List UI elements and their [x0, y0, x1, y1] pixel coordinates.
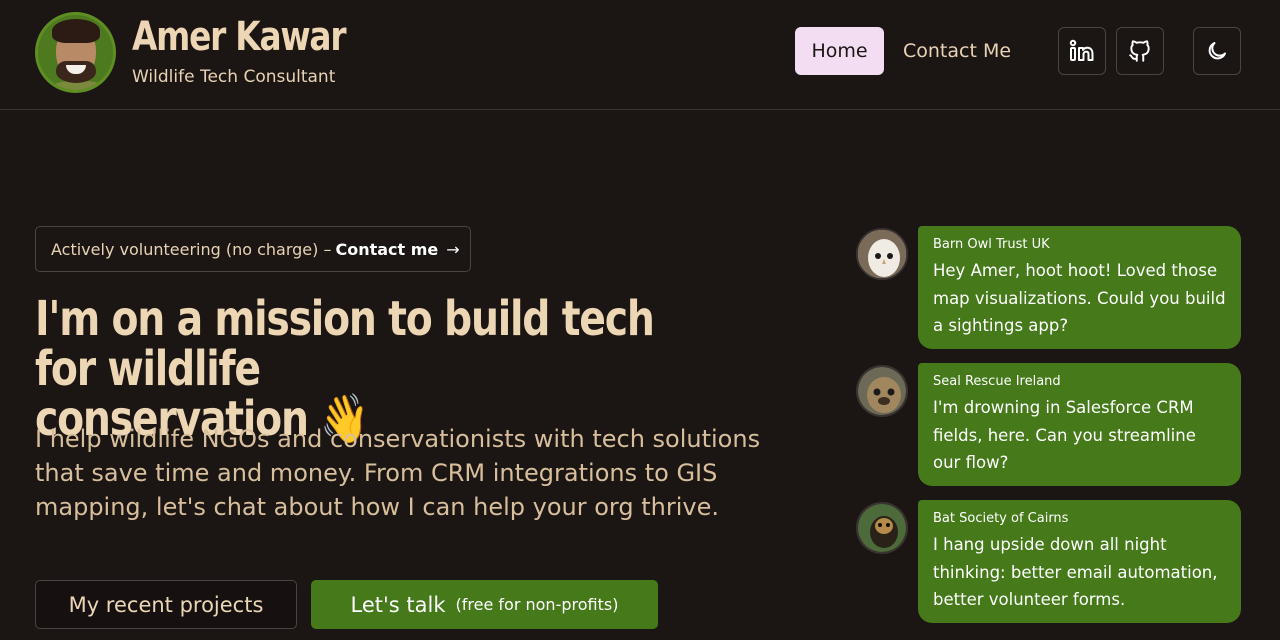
nav-contact-link[interactable]: Contact Me [903, 27, 1011, 75]
bat-avatar [856, 502, 908, 554]
profile-avatar[interactable] [35, 12, 116, 93]
theme-toggle-button[interactable] [1193, 27, 1241, 75]
chat-sender: Barn Owl Trust UK [933, 237, 1050, 252]
site-name[interactable]: Amer Kawar [132, 14, 346, 60]
seal-avatar [856, 365, 908, 417]
site-subtitle: Wildlife Tech Consultant [132, 67, 336, 87]
hero-lead: I help wildlife NGOs and conservationist… [35, 425, 761, 521]
chat-text: I'm drowning in Salesforce CRM fields, h… [933, 398, 1196, 472]
recent-projects-button[interactable]: My recent projects [35, 580, 297, 629]
badge-contact-link[interactable]: Contact me [335, 240, 438, 259]
chat-message: Bat Society of Cairns I hang upside down… [918, 500, 1241, 623]
chat-message: Barn Owl Trust UK Hey Amer, hoot hoot! L… [918, 226, 1241, 349]
headline-line-1: I'm on a mission to build tech for wildl… [35, 291, 655, 397]
chat-sender: Bat Society of Cairns [933, 511, 1069, 526]
site-header: Amer Kawar Wildlife Tech Consultant Home… [0, 0, 1280, 110]
lets-talk-button[interactable]: Let's talk (free for non-profits) [311, 580, 658, 629]
chat-text: Hey Amer, hoot hoot! Loved those map vis… [933, 261, 1226, 335]
github-icon [1129, 40, 1150, 62]
badge-text: Actively volunteering (no charge) – [51, 239, 332, 259]
lets-talk-label: Let's talk [350, 592, 446, 617]
chat-text: I hang upside down all night thinking: b… [933, 535, 1218, 609]
lets-talk-note: (free for non-profits) [455, 595, 619, 614]
github-button[interactable] [1116, 27, 1164, 75]
chat-sender: Seal Rescue Ireland [933, 374, 1061, 389]
nav-home-link[interactable]: Home [795, 27, 884, 75]
moon-icon [1208, 42, 1226, 60]
barn-owl-avatar [856, 228, 908, 280]
linkedin-button[interactable] [1058, 27, 1106, 75]
volunteering-badge[interactable]: Actively volunteering (no charge) – Cont… [35, 226, 471, 272]
arrow-right-icon: → [446, 239, 460, 259]
linkedin-icon [1069, 39, 1094, 61]
chat-message: Seal Rescue Ireland I'm drowning in Sale… [918, 363, 1241, 486]
